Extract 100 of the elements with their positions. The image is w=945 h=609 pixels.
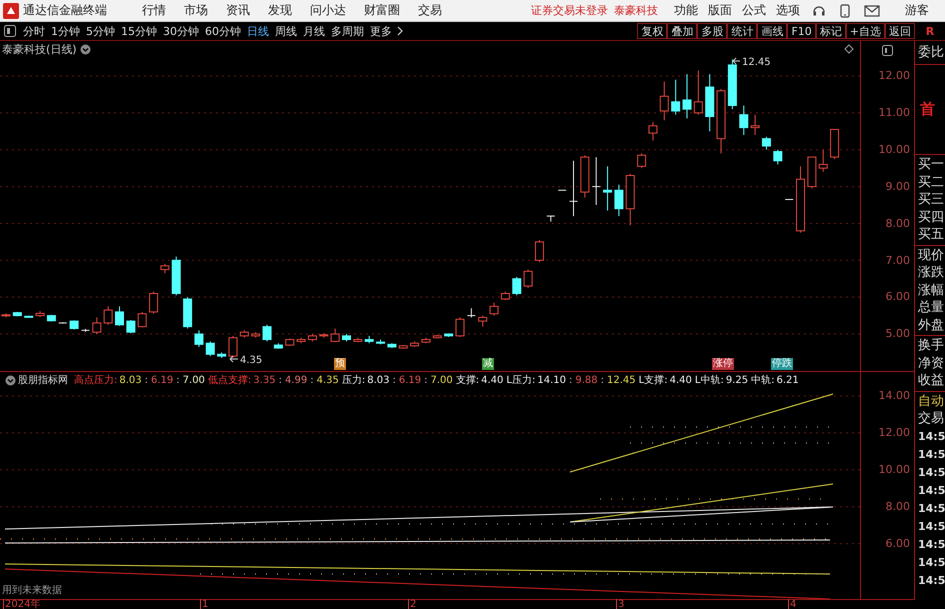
candlestick xyxy=(217,352,226,358)
toolbar-button[interactable]: +自选 xyxy=(846,23,885,39)
candlestick xyxy=(240,330,249,338)
x-axis-label: 1 xyxy=(200,599,208,609)
panel-icon[interactable] xyxy=(882,45,893,56)
diamond-icon[interactable] xyxy=(844,44,854,54)
toolbar-button[interactable]: 标记 xyxy=(816,23,846,39)
legend-label: 支撑: xyxy=(456,374,480,387)
signal-tag: 预 xyxy=(334,358,346,370)
user-label[interactable]: 游客 xyxy=(905,2,929,19)
candlestick xyxy=(410,340,420,348)
y-axis-label: 6.00 xyxy=(886,536,910,550)
trade-time: 14:5 xyxy=(917,518,945,534)
candlestick xyxy=(46,314,56,322)
quote-label: 净资 xyxy=(917,354,945,372)
phone-icon[interactable] xyxy=(840,4,850,18)
toolbar-button[interactable]: 叠加 xyxy=(667,23,698,39)
candlestick xyxy=(637,152,646,169)
menu-item[interactable]: 公式 xyxy=(742,2,766,19)
toolbar-button[interactable]: 画线 xyxy=(757,23,788,39)
candlestick xyxy=(24,315,34,318)
headset-icon[interactable] xyxy=(812,4,826,18)
period-tab[interactable]: 5分钟 xyxy=(86,24,115,38)
quote-label: 买一 xyxy=(917,156,945,174)
indicator-name[interactable]: 股朋指标网 xyxy=(18,373,68,387)
legend-value: 4.40 xyxy=(481,374,504,386)
candlestick xyxy=(534,240,544,263)
period-tab[interactable]: 60分钟 xyxy=(205,24,241,38)
candlestick xyxy=(490,302,499,316)
candlestick xyxy=(682,74,692,119)
candlestick xyxy=(580,154,590,198)
period-tab[interactable]: 多周期 xyxy=(331,24,364,38)
toolbar-button[interactable]: 多股 xyxy=(697,23,728,39)
y-axis-label: 10.00 xyxy=(878,462,910,476)
menu-item[interactable]: 财富圈 xyxy=(364,2,400,19)
candlestick xyxy=(592,156,601,206)
menu-item[interactable]: 资讯 xyxy=(226,2,250,19)
board-label: 首 xyxy=(919,100,936,119)
separator-text: : xyxy=(176,374,180,386)
mode-label[interactable]: 自动 xyxy=(915,392,945,410)
candlestick xyxy=(138,311,147,328)
legend-value: 7.00 xyxy=(182,374,205,386)
candlestick xyxy=(500,291,510,301)
signal-tag: 减 xyxy=(482,358,494,370)
logo-icon xyxy=(3,2,19,18)
menu-item[interactable]: 行情 xyxy=(142,2,166,19)
x-axis-label: 4 xyxy=(788,599,796,609)
dropdown-icon[interactable] xyxy=(5,374,16,386)
candlestick xyxy=(12,311,22,317)
quote-label: 买二 xyxy=(917,174,945,191)
app-title: 通达信金融终端 xyxy=(23,2,107,19)
y-axis-label: 14.00 xyxy=(878,389,910,402)
menu-item[interactable]: 选项 xyxy=(776,2,800,19)
candlestick xyxy=(251,332,260,338)
period-tab[interactable]: 1分钟 xyxy=(51,24,80,38)
period-tab[interactable]: 15分钟 xyxy=(121,24,157,38)
toolbar-button[interactable]: 统计 xyxy=(727,23,758,39)
candlestick xyxy=(626,173,635,226)
more-menu[interactable]: 更多 xyxy=(370,24,392,38)
menu-item[interactable]: 市场 xyxy=(184,2,208,19)
candlestick xyxy=(614,184,624,217)
menu-item[interactable]: 交易 xyxy=(418,2,442,19)
candlestick xyxy=(342,334,351,342)
period-tab[interactable]: 30分钟 xyxy=(163,24,199,38)
legend-value: 7.00 xyxy=(430,374,453,386)
legend-label: L支撑: xyxy=(638,374,668,387)
panel-toggle-icon[interactable] xyxy=(4,25,16,37)
period-tab[interactable]: 周线 xyxy=(275,24,297,38)
candlestick xyxy=(546,216,556,222)
menu-item[interactable]: 版面 xyxy=(708,2,732,19)
candlestick xyxy=(830,128,840,160)
period-tab[interactable]: 日线 xyxy=(247,24,269,38)
toolbar-button[interactable]: F10 xyxy=(787,23,816,39)
candlestick xyxy=(104,306,113,326)
candlestick xyxy=(660,81,669,121)
toolbar-button[interactable]: 复权 xyxy=(637,23,668,39)
login-status[interactable]: 证券交易未登录 xyxy=(531,3,608,18)
high-price-label: 12.45 xyxy=(742,57,771,68)
warning-note: 用到未来数据 xyxy=(2,584,62,597)
candlestick xyxy=(285,338,294,346)
legend-value: 6.19 xyxy=(398,374,422,386)
toolbar-button[interactable]: 返回 xyxy=(885,23,915,39)
period-tab[interactable]: 月线 xyxy=(303,24,325,38)
y-axis-label: 6.00 xyxy=(886,290,910,304)
mail-icon[interactable] xyxy=(864,4,880,16)
candlestick xyxy=(739,105,748,136)
candlestick xyxy=(466,308,476,318)
dropdown-icon[interactable] xyxy=(80,44,91,54)
trade-time: 14:5 xyxy=(917,500,945,516)
quote-label: 总量 xyxy=(917,299,945,316)
menu-item[interactable]: 问小达 xyxy=(310,2,346,19)
menu-item[interactable]: 功能 xyxy=(674,2,698,19)
legend-label: 低点支撑: xyxy=(208,374,252,387)
period-tab[interactable]: 分时 xyxy=(23,24,45,38)
candlestick xyxy=(512,276,522,296)
candlestick xyxy=(478,315,488,328)
quote-label: 委比 xyxy=(917,44,945,62)
candlestick xyxy=(705,74,714,132)
legend-value: 3.35 xyxy=(253,374,276,386)
menu-item[interactable]: 发现 xyxy=(268,2,292,19)
